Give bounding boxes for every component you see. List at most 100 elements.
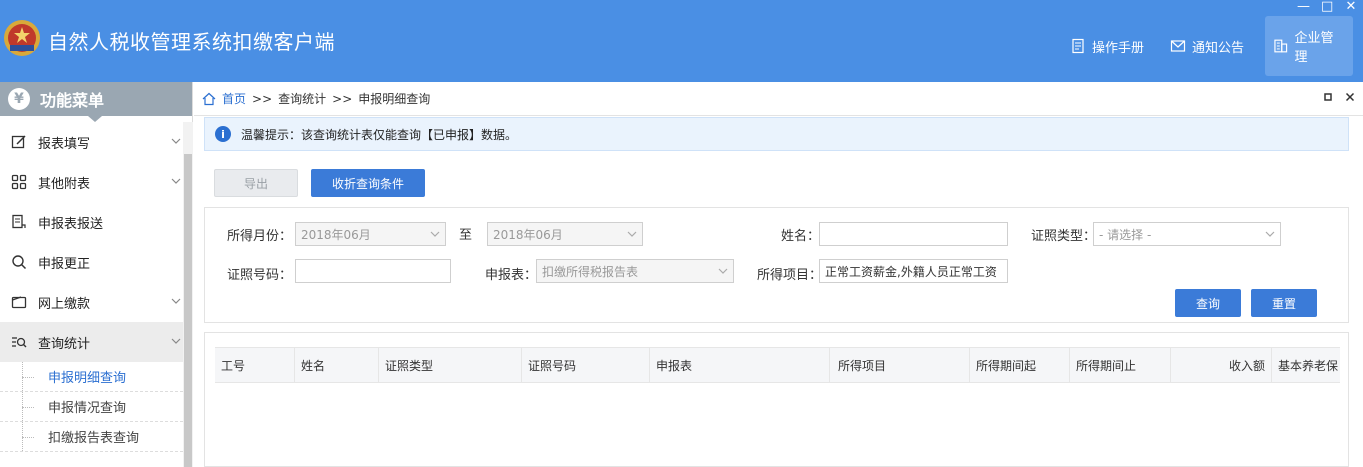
column-header[interactable]: 姓名 [295,348,379,382]
breadcrumb: 首页 >> 查询统计 >> 申报明细查询 [194,82,1363,116]
submenu-item-status-query[interactable]: 申报情况查询 [0,392,183,422]
close-panel-icon[interactable] [1345,92,1355,102]
enterprise-label: 企业管理 [1294,31,1334,65]
report-select[interactable]: 扣缴所得税报告表 [536,259,734,283]
id-no-input[interactable] [295,259,451,283]
breadcrumb-separator: >> [252,91,273,106]
breadcrumb-level1[interactable]: 查询统计 [278,90,326,107]
id-no-label: 证照号码： [227,268,293,283]
column-header[interactable]: 证照号码 [522,348,650,382]
sidebar-item-label: 查询统计 [38,336,91,352]
query-button[interactable]: 查询 [1175,289,1241,317]
column-header[interactable]: 所得期间起 [970,348,1070,382]
sidebar-item-correction[interactable]: 申报更正 [0,242,183,282]
chevron-down-icon [627,231,637,237]
chevron-down-icon [171,338,181,344]
report-label: 申报表： [485,268,538,283]
column-header[interactable]: 工号 [215,348,295,382]
chevron-down-icon [430,231,440,237]
results-table: 工号 姓名 证照类型 证照号码 申报表 所得项目 所得期间起 所得期间止 收入额… [204,332,1349,467]
chevron-down-icon [171,298,181,304]
reset-button[interactable]: 重置 [1251,289,1317,317]
submenu-item-label: 扣缴报告表查询 [48,431,140,446]
id-type-placeholder: - 请选择 - [1099,227,1152,242]
search-icon [10,253,28,271]
window-controls: — □ ✕ [1297,0,1357,14]
sidebar-scrollbar[interactable] [183,122,193,467]
notice-label: 通知公告 [1192,40,1245,56]
manual-icon [1072,38,1084,54]
sidebar-item-label: 申报更正 [38,256,91,272]
chevron-down-icon [171,138,181,144]
manual-button[interactable]: 操作手册 [1062,16,1152,76]
sidebar-item-label: 其他附表 [38,176,91,192]
breadcrumb-separator: >> [332,91,353,106]
sidebar-item-label: 网上缴款 [38,296,91,312]
manual-label: 操作手册 [1092,40,1145,56]
notice-button[interactable]: 通知公告 [1162,16,1252,76]
home-icon [202,92,216,105]
enterprise-button[interactable]: 企业管理 [1265,16,1353,76]
filter-panel: 所得月份： 2018年06月 至 2018年06月 姓名： 证照类型： - 请选… [204,207,1349,323]
chevron-down-icon [171,178,181,184]
submenu-item-withholding-report-query[interactable]: 扣缴报告表查询 [0,422,183,452]
column-header[interactable]: 所得项目 [830,348,970,382]
column-header[interactable]: 基本养老保 [1272,348,1340,382]
month-to-select[interactable]: 2018年06月 [487,222,643,246]
maximize-button[interactable]: □ [1321,0,1333,13]
panel-controls [1323,92,1355,102]
sidebar-scrollbar-thumb[interactable] [184,154,192,467]
tip-banner: i 温馨提示：该查询统计表仅能查询【已申报】数据。 [204,117,1349,151]
info-icon: i [215,126,231,142]
menu-list: 报表填写 其他附表 申报表报送 申报更正 网上缴款 查询统计 申报明细查询 申报… [0,122,183,452]
chevron-down-icon [718,268,728,274]
submenu-item-label: 申报情况查询 [48,401,127,416]
sidebar-item-label: 申报表报送 [38,216,104,232]
column-header[interactable]: 证照类型 [379,348,522,382]
month-from-select[interactable]: 2018年06月 [295,222,446,246]
table-header: 工号 姓名 证照类型 证照号码 申报表 所得项目 所得期间起 所得期间止 收入额… [215,347,1340,383]
restore-panel-icon[interactable] [1323,92,1333,102]
name-label: 姓名： [781,229,821,244]
grid-icon [10,173,28,191]
report-value: 扣缴所得税报告表 [542,264,639,279]
month-to-value: 2018年06月 [493,227,563,242]
breadcrumb-current: 申报明细查询 [358,92,431,106]
menu-title: 功能菜单 [40,91,105,110]
sidebar-item-other-attachments[interactable]: 其他附表 [0,162,183,202]
id-type-select[interactable]: - 请选择 - [1093,222,1281,246]
sidebar-item-report-fill[interactable]: 报表填写 [0,122,183,162]
close-window-button[interactable]: ✕ [1345,0,1357,13]
sidebar-item-online-payment[interactable]: 网上缴款 [0,282,183,322]
sidebar-item-report-send[interactable]: 申报表报送 [0,202,183,242]
tip-text: 温馨提示：该查询统计表仅能查询【已申报】数据。 [241,127,518,142]
id-type-label: 证照类型： [1031,229,1097,244]
column-header[interactable]: 申报表 [650,348,830,382]
query-stats-icon [10,333,28,351]
mail-icon [1170,40,1186,52]
chevron-down-icon [1265,231,1275,237]
wallet-icon [10,293,28,311]
menu-header: ¥ 功能菜单 [0,82,192,122]
column-header[interactable]: 收入额 [1171,348,1272,382]
column-header[interactable]: 所得期间止 [1070,348,1171,382]
minimize-button[interactable]: — [1297,0,1310,13]
name-input[interactable] [819,222,1008,246]
month-label: 所得月份： [227,229,293,244]
breadcrumb-home-link[interactable]: 首页 [222,90,246,107]
app-header: 自然人税收管理系统扣缴客户端 — □ ✕ 操作手册 通知公告 企业管理 [0,0,1363,82]
sidebar: ¥ 功能菜单 报表填写 其他附表 申报表报送 申报更正 网上缴款 查询统计 申报… [0,82,193,467]
tax-emblem-icon [4,20,40,56]
collapse-conditions-button[interactable]: 收折查询条件 [311,169,425,197]
app-title: 自然人税收管理系统扣缴客户端 [48,30,335,54]
month-from-value: 2018年06月 [301,227,371,242]
yen-icon: ¥ [8,88,30,110]
export-button[interactable]: 导出 [214,169,298,197]
edit-icon [10,133,28,151]
income-item-input[interactable]: 正常工资薪金,外籍人员正常工资 [819,259,1008,283]
sidebar-item-query-stats[interactable]: 查询统计 [0,322,183,362]
submenu-item-detail-query[interactable]: 申报明细查询 [0,362,183,392]
income-item-label: 所得项目： [757,268,823,283]
building-icon [1274,39,1288,53]
income-item-value: 正常工资薪金,外籍人员正常工资 [825,264,997,279]
